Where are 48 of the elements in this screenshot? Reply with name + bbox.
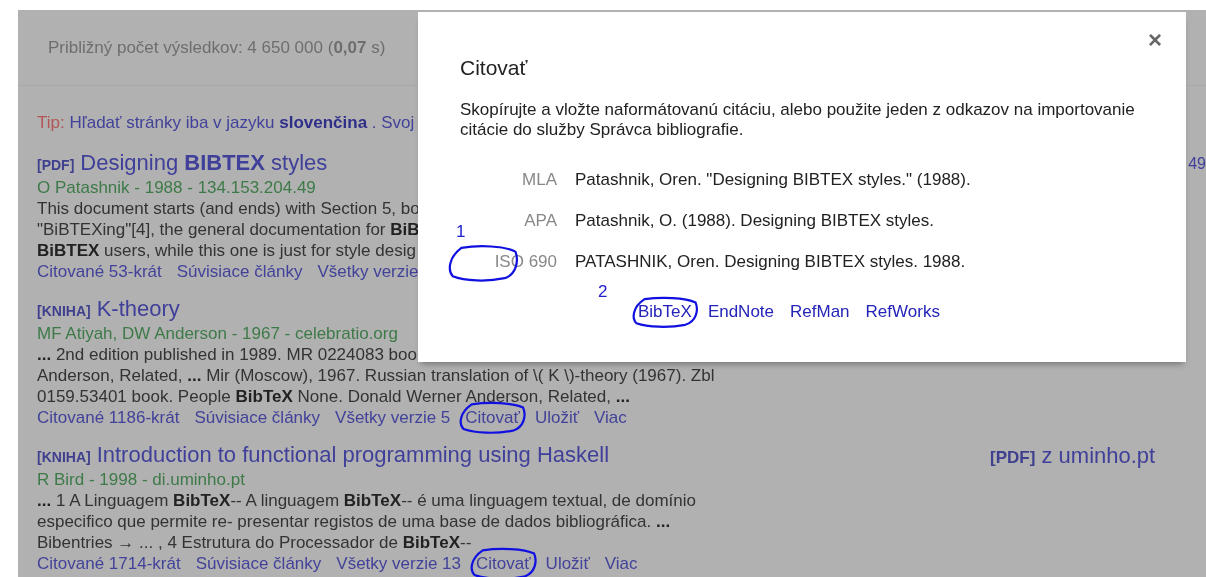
result-link[interactable]: Súvisiace články bbox=[176, 262, 303, 281]
dialog-description: Skopírujte a vložte naformátovanú citáciu, alebo použite jeden z odkazov na importovanie citácie do služby Správca bibliografie. bbox=[460, 100, 1136, 140]
result-snippet: 0159.53401 book. People BibTeX None. Donald Werner Anderson, Related, ... bbox=[37, 386, 630, 407]
result-link[interactable]: Uložiť bbox=[534, 408, 580, 427]
annotation-number: 1 bbox=[456, 222, 466, 242]
pdf-link[interactable]: [PDF] z uminho.pt bbox=[990, 444, 1156, 470]
result-authors: O Patashnik - 1988 - 134.153.204.49 bbox=[37, 177, 316, 198]
result-link[interactable]: Uložiť bbox=[545, 554, 590, 573]
result-snippet: BiBTEX users, while this one is just for style desig bbox=[37, 240, 416, 261]
result-title[interactable]: Introduction to functional programming using Haskell bbox=[96, 443, 610, 467]
result-link[interactable]: Citované 1714-krát bbox=[37, 554, 181, 573]
citation-text: PATASHNIK, Oren. Designing BIBTEX styles. 1988. bbox=[575, 252, 966, 272]
result-snippet: "BiBTEXing"[4], the general documentation for BiB bbox=[37, 219, 420, 240]
export-link[interactable]: RefMan bbox=[790, 302, 850, 321]
citation-text: Patashnik, O. (1988). Designing BIBTEX styles. bbox=[575, 211, 935, 231]
tip-label: Tip: bbox=[37, 113, 65, 132]
result-link[interactable]: Viac bbox=[594, 408, 627, 427]
result-link[interactable]: Citované 53-krát bbox=[37, 262, 162, 281]
results-count: Približný počet výsledkov: 4 650 000 (0,07 s) bbox=[48, 37, 386, 58]
result-link[interactable]: Všetky verzie 13 bbox=[336, 554, 462, 573]
result-snippet: Bibentries → ... , 4 Estrutura do Processador de BibTeX-- bbox=[37, 532, 472, 553]
result-authors: R Bird - 1998 - di.uminho.pt bbox=[37, 469, 245, 490]
annotation-number: 2 bbox=[598, 282, 608, 302]
result-snippet: ... 2nd edition published in 1989. MR 0224083 boo bbox=[37, 344, 417, 365]
export-link[interactable]: EndNote bbox=[707, 302, 775, 321]
tip-link[interactable]: Hľadať stránky iba v jazyku slovenčina . Svoj bbox=[69, 113, 415, 132]
result-link[interactable]: Citované 1186-krát bbox=[37, 408, 180, 427]
export-link[interactable]: RefWorks bbox=[865, 302, 940, 321]
result-authors: MF Atiyah, DW Anderson - 1967 - celebratio.org bbox=[37, 323, 398, 344]
result-link[interactable]: Všetky verzie bbox=[317, 262, 419, 281]
dialog-title: Citovať bbox=[460, 56, 529, 80]
result-title[interactable]: K-theory bbox=[96, 297, 180, 321]
pdf-link[interactable]: 49 bbox=[1188, 152, 1206, 176]
result-snippet: Anderson, Related, ... Mir (Moscow), 1967. Russian translation of \( K \)-theory (1967). Zbl bbox=[37, 365, 715, 386]
result-link[interactable]: Viac bbox=[604, 554, 638, 573]
result-type: [KNIHA] bbox=[37, 448, 91, 467]
result-type: [PDF] bbox=[37, 156, 75, 175]
citation-text: Patashnik, Oren. "Designing BIBTEX styles." (1988). bbox=[575, 170, 971, 190]
result-snippet: ... 1 A Linguagem BibTeX-- A linguagem BibTeX-- é uma linguagem textual, de domínio bbox=[37, 490, 696, 511]
result-title[interactable]: Designing BIBTEX styles bbox=[80, 151, 328, 175]
close-button[interactable]: × bbox=[1146, 26, 1164, 54]
result-link[interactable]: Súvisiace články bbox=[195, 554, 322, 573]
citation-style-label: MLA bbox=[521, 170, 557, 190]
result-type: [KNIHA] bbox=[37, 302, 91, 321]
result-snippet: especifico que permite re- presentar registos de uma base de dados bibliográfica. ... bbox=[37, 511, 671, 532]
result-link[interactable]: Súvisiace články bbox=[194, 408, 321, 427]
citation-style-label: APA bbox=[523, 211, 557, 231]
result-link[interactable]: Všetky verzie 5 bbox=[335, 408, 451, 427]
